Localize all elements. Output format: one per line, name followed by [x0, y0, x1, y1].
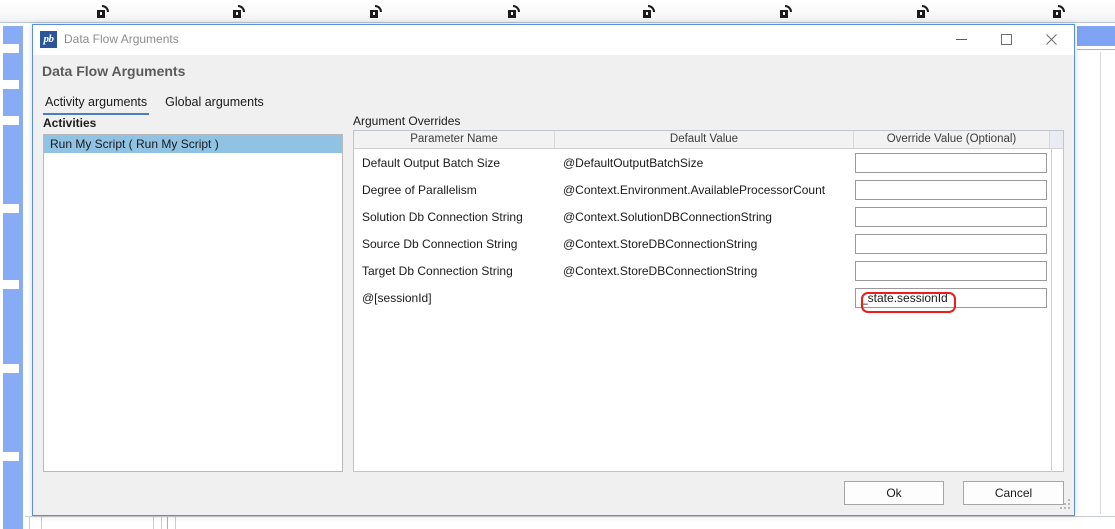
window-title: Data Flow Arguments: [64, 32, 179, 46]
data-flow-arguments-dialog: pb Data Flow Arguments Data Flow Argumen…: [32, 24, 1075, 516]
background-gridline: [161, 517, 162, 529]
minimize-icon[interactable]: [939, 25, 984, 54]
open-padlock-icon: [917, 5, 931, 18]
background-divider: [25, 516, 1115, 517]
cell-default-value: @DefaultOutputBatchSize: [563, 155, 704, 170]
column-header-spacer: [1050, 131, 1063, 148]
argument-overrides-label: Argument Overrides: [353, 114, 461, 128]
cell-parameter-name: Degree of Parallelism: [362, 182, 477, 197]
cell-default-value: @Context.Environment.AvailableProcessorC…: [563, 182, 826, 197]
open-padlock-icon: [780, 5, 794, 18]
table-row[interactable]: Solution Db Connection String @Context.S…: [354, 203, 1063, 230]
open-padlock-icon: [97, 5, 111, 18]
override-input[interactable]: _state.sessionId: [855, 287, 1047, 308]
background-row-tick: [3, 452, 19, 461]
powerbuilder-app-icon: pb: [40, 31, 57, 48]
override-input[interactable]: [855, 152, 1047, 173]
table-row[interactable]: Default Output Batch Size @DefaultOutput…: [354, 149, 1063, 176]
column-header-default-value[interactable]: Default Value: [555, 131, 854, 148]
override-input[interactable]: [855, 233, 1047, 254]
list-item[interactable]: Run My Script ( Run My Script ): [44, 135, 342, 153]
cell-parameter-name: Solution Db Connection String: [362, 209, 523, 224]
cell-parameter-name: Target Db Connection String: [362, 263, 513, 278]
override-input[interactable]: [855, 179, 1047, 200]
tab-global-arguments[interactable]: Global arguments: [163, 95, 266, 115]
open-padlock-icon: [643, 5, 657, 18]
background-row-tick: [3, 204, 19, 213]
cell-override-value: [854, 206, 1050, 227]
background-gridline: [153, 517, 154, 529]
grid-right-separator: [1051, 148, 1052, 472]
table-row[interactable]: @[sessionId] _state.sessionId: [354, 284, 1063, 311]
cell-parameter-name: @[sessionId]: [362, 290, 432, 305]
cell-override-value: [854, 233, 1050, 254]
table-row[interactable]: Source Db Connection String @Context.Sto…: [354, 230, 1063, 257]
background-row-tick: [3, 44, 19, 53]
open-padlock-icon: [508, 5, 522, 18]
resize-grip[interactable]: [1058, 499, 1071, 512]
tab-bar: Activity arguments Global arguments: [43, 95, 266, 115]
override-input[interactable]: [855, 260, 1047, 281]
column-header-override-value[interactable]: Override Value (Optional): [854, 131, 1050, 148]
cell-override-value: _state.sessionId: [854, 287, 1050, 308]
cell-default-value: @Context.StoreDBConnectionString: [563, 263, 758, 278]
dialog-titlebar[interactable]: pb Data Flow Arguments: [33, 25, 1074, 55]
cell-parameter-name: Source Db Connection String: [362, 236, 518, 251]
activities-listbox[interactable]: Run My Script ( Run My Script ): [43, 134, 343, 472]
background-gridline: [41, 517, 42, 529]
open-padlock-icon: [370, 5, 384, 18]
background-blue-block: [1077, 26, 1115, 46]
tab-activity-arguments[interactable]: Activity arguments: [43, 95, 150, 115]
cancel-button[interactable]: Cancel: [963, 481, 1064, 505]
maximize-icon[interactable]: [984, 25, 1029, 54]
background-row-tick: [3, 280, 19, 289]
background-row-tick: [3, 116, 19, 125]
argument-overrides-grid: Parameter Name Default Value Override Va…: [353, 130, 1064, 472]
cell-default-value: @Context.SolutionDBConnectionString: [563, 209, 772, 224]
override-input[interactable]: [855, 206, 1047, 227]
table-row[interactable]: Degree of Parallelism @Context.Environme…: [354, 176, 1063, 203]
cell-default-value: @Context.StoreDBConnectionString: [563, 236, 758, 251]
activities-label: Activities: [43, 116, 97, 130]
grid-header-row: Parameter Name Default Value Override Va…: [354, 131, 1063, 149]
background-header-strip: [0, 0, 1115, 23]
background-row-tick: [3, 80, 19, 89]
ok-button[interactable]: Ok: [844, 481, 944, 505]
close-icon[interactable]: [1029, 25, 1074, 54]
cell-override-value: [854, 179, 1050, 200]
cell-parameter-name: Default Output Batch Size: [362, 155, 501, 170]
table-row[interactable]: Target Db Connection String @Context.Sto…: [354, 257, 1063, 284]
background-divider: [1077, 49, 1115, 50]
background-gridline: [29, 517, 30, 529]
open-padlock-icon: [1053, 5, 1067, 18]
cell-override-value: [854, 152, 1050, 173]
background-panel-edge: [1100, 52, 1101, 514]
open-padlock-icon: [233, 5, 247, 18]
background-gridline: [167, 517, 168, 529]
window-controls: [939, 25, 1074, 54]
cell-override-value: [854, 260, 1050, 281]
background-gridline: [175, 517, 176, 529]
column-header-parameter-name[interactable]: Parameter Name: [354, 131, 555, 148]
background-row-tick: [3, 364, 19, 373]
page-title: Data Flow Arguments: [42, 63, 186, 79]
